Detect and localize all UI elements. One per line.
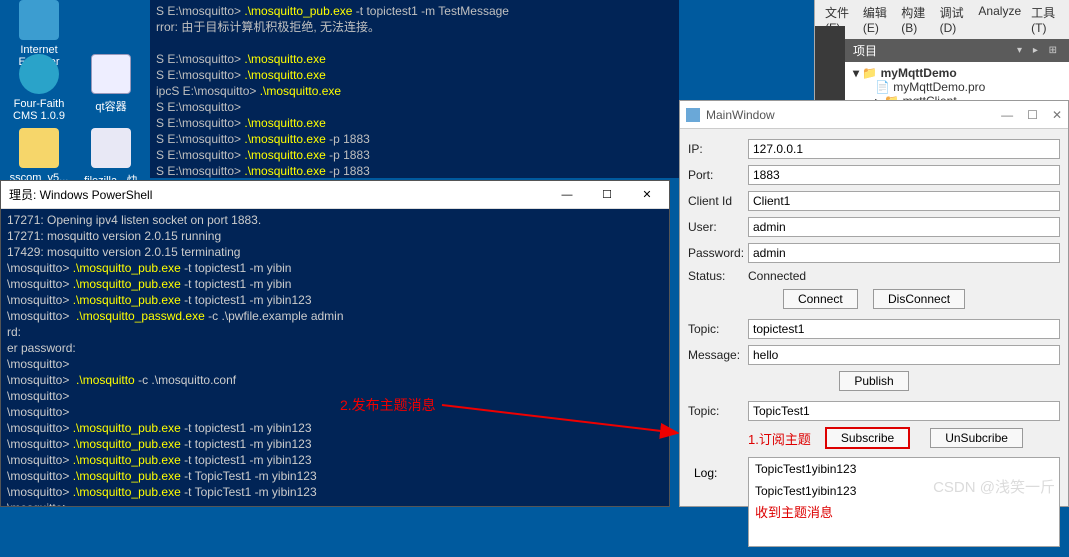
desktop: Internet Explorer Four-Faith CMS 1.0.9 q… [0,0,150,195]
unsubscribe-button[interactable]: UnSubcribe [930,428,1023,448]
maximize-button[interactable]: ☐ [1027,108,1038,122]
tree-folder[interactable]: ▾ 📁 myMqttDemo [853,66,1061,80]
clientid-label: Client Id [688,194,748,208]
user-input[interactable] [748,217,1060,237]
app-icon [686,108,700,122]
subscribe-button[interactable]: Subscribe [825,427,910,449]
close-button[interactable]: ✕ [1052,108,1062,122]
password-input[interactable] [748,243,1060,263]
user-label: User: [688,220,748,234]
ip-input[interactable] [748,139,1060,159]
desktop-icon-qt[interactable]: qt容器 [78,54,144,114]
log-line: TopicTest1yibin123 [755,462,1053,476]
minimize-button[interactable]: — [1001,108,1013,122]
maximize-button[interactable]: ☐ [587,182,627,208]
log-label: Log: [694,466,717,480]
topic2-input[interactable] [748,401,1060,421]
status-value: Connected [748,269,806,283]
top-console[interactable]: S E:\mosquitto> .\mosquitto_pub.exe -t t… [150,0,679,178]
topic-input[interactable] [748,319,1060,339]
menu-tools[interactable]: 工具(T) [1031,4,1059,35]
menu-build[interactable]: 构建(B) [901,4,929,35]
port-input[interactable] [748,165,1060,185]
annotation-publish: 2.发布主题消息 [340,395,436,415]
message-input[interactable] [748,345,1060,365]
ide-panel: 文件(F) 编辑(E) 构建(B) 调试(D) Analyze 工具(T) 项目… [814,0,1069,100]
topic2-label: Topic: [688,404,748,418]
message-label: Message: [688,348,748,362]
menu-edit[interactable]: 编辑(E) [863,4,891,35]
powershell-title: 理员: Windows PowerShell [9,186,547,203]
ide-menubar[interactable]: 文件(F) 编辑(E) 构建(B) 调试(D) Analyze 工具(T) [815,0,1069,39]
ide-project-header[interactable]: 项目 ▾ ▸ ⊞ [845,39,1069,62]
password-label: Password: [688,246,748,260]
clientid-input[interactable] [748,191,1060,211]
desktop-icon-sscom[interactable]: sscom_v5... [6,128,72,184]
menu-analyze[interactable]: Analyze [978,4,1021,35]
publish-button[interactable]: Publish [839,371,909,391]
status-label: Status: [688,269,748,283]
ide-left-rail[interactable] [815,26,845,100]
disconnect-button[interactable]: DisConnect [873,289,965,309]
watermark: CSDN @浅笑一斤 [933,476,1055,497]
subscribe-annotation: 1.订阅主题 [748,429,811,448]
connect-button[interactable]: Connect [783,289,858,309]
received-annotation: 收到主题消息 [755,502,1053,521]
filter-icon[interactable]: ▾ ▸ ⊞ [1017,45,1061,56]
powershell-body[interactable]: 17271: Opening ipv4 listen socket on por… [1,209,669,506]
main-window: MainWindow — ☐ ✕ IP: Port: Client Id Use… [679,100,1069,507]
desktop-icon-fourfaith[interactable]: Four-Faith CMS 1.0.9 [6,54,72,122]
main-window-titlebar[interactable]: MainWindow — ☐ ✕ [680,101,1068,129]
menu-debug[interactable]: 调试(D) [940,4,969,35]
log-box[interactable]: TopicTest1yibin123 TopicTest1yibin123 收到… [748,457,1060,547]
close-button[interactable]: ✕ [627,182,667,208]
topic-label: Topic: [688,322,748,336]
minimize-button[interactable]: — [547,182,587,208]
powershell-titlebar[interactable]: 理员: Windows PowerShell — ☐ ✕ [1,181,669,209]
main-window-title: MainWindow [706,108,1001,122]
tree-file[interactable]: 📄 myMqttDemo.pro [853,80,1061,94]
port-label: Port: [688,168,748,182]
ip-label: IP: [688,142,748,156]
powershell-window: 理员: Windows PowerShell — ☐ ✕ 17271: Open… [0,180,670,507]
